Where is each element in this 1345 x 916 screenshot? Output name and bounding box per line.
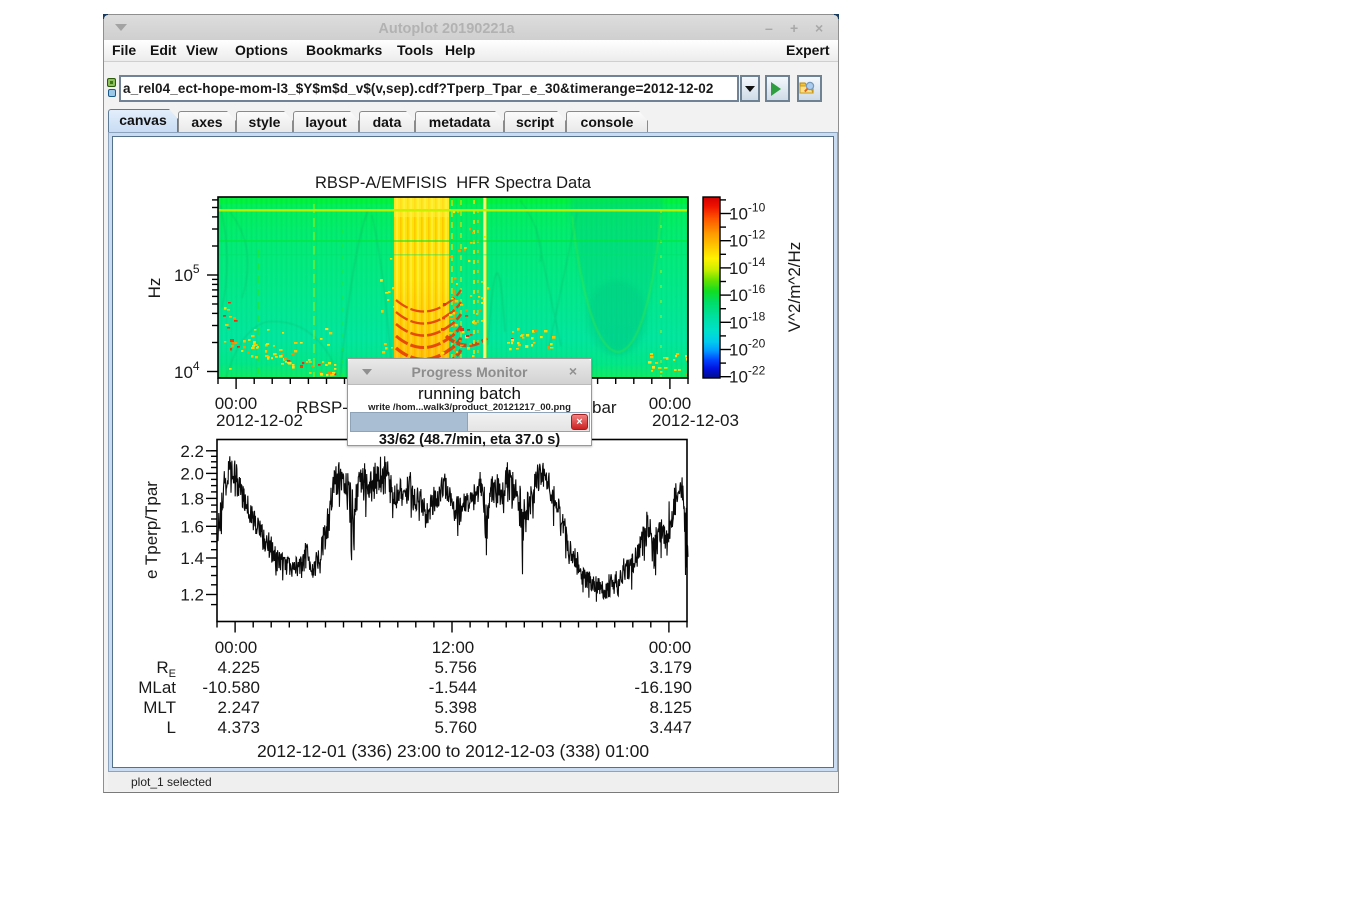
svg-text:105: 105 [174, 262, 200, 285]
svg-text:L: L [167, 718, 176, 737]
svg-text:10-16: 10-16 [729, 282, 766, 305]
svg-text:2.0: 2.0 [180, 464, 204, 483]
svg-text:Hz: Hz [145, 278, 164, 299]
svg-text:1.4: 1.4 [180, 549, 204, 568]
svg-text:RE: RE [156, 658, 176, 680]
svg-text:00:00: 00:00 [649, 638, 692, 657]
svg-text:00:00: 00:00 [215, 638, 258, 657]
svg-text:-10.580: -10.580 [202, 678, 260, 697]
svg-text:12:00: 12:00 [432, 638, 475, 657]
svg-text:-1.544: -1.544 [429, 678, 477, 697]
svg-text:-16.190: -16.190 [634, 678, 692, 697]
svg-text:10-12: 10-12 [729, 228, 766, 251]
svg-text:5.756: 5.756 [434, 658, 477, 677]
svg-text:2012-12-03: 2012-12-03 [652, 411, 739, 430]
svg-text:e Tperp/Tpar: e Tperp/Tpar [142, 481, 161, 579]
svg-text:10-14: 10-14 [729, 255, 766, 278]
svg-text:2012-12-02: 2012-12-02 [216, 411, 303, 430]
svg-text:5.760: 5.760 [434, 718, 477, 737]
svg-text:4.225: 4.225 [217, 658, 260, 677]
svg-text:1.2: 1.2 [180, 586, 204, 605]
svg-text:2012-12-01 (336) 23:00 to 2012: 2012-12-01 (336) 23:00 to 2012-12-03 (33… [257, 741, 649, 761]
svg-text:10-22: 10-22 [729, 364, 766, 387]
svg-text:4.373: 4.373 [217, 718, 260, 737]
svg-text:MLat: MLat [138, 678, 176, 697]
svg-text:1.8: 1.8 [180, 489, 204, 508]
svg-text:1.6: 1.6 [180, 517, 204, 536]
svg-text:MLT: MLT [143, 698, 176, 717]
svg-text:V^2/m^2/Hz: V^2/m^2/Hz [785, 242, 804, 333]
svg-text:bar: bar [592, 398, 617, 417]
svg-text:2.247: 2.247 [217, 698, 260, 717]
svg-text:8.125: 8.125 [649, 698, 692, 717]
svg-text:3.447: 3.447 [649, 718, 692, 737]
svg-text:10-20: 10-20 [729, 337, 766, 360]
svg-text:2.2: 2.2 [180, 442, 204, 461]
svg-text:10-18: 10-18 [729, 309, 766, 332]
svg-text:3.179: 3.179 [649, 658, 692, 677]
svg-text:10-10: 10-10 [729, 201, 766, 224]
svg-text:5.398: 5.398 [434, 698, 477, 717]
svg-text:104: 104 [174, 359, 200, 382]
svg-text:RBSP-A/EMFISIS HFR Spectra Da: RBSP-A/EMFISIS HFR Spectra Data [315, 174, 592, 192]
